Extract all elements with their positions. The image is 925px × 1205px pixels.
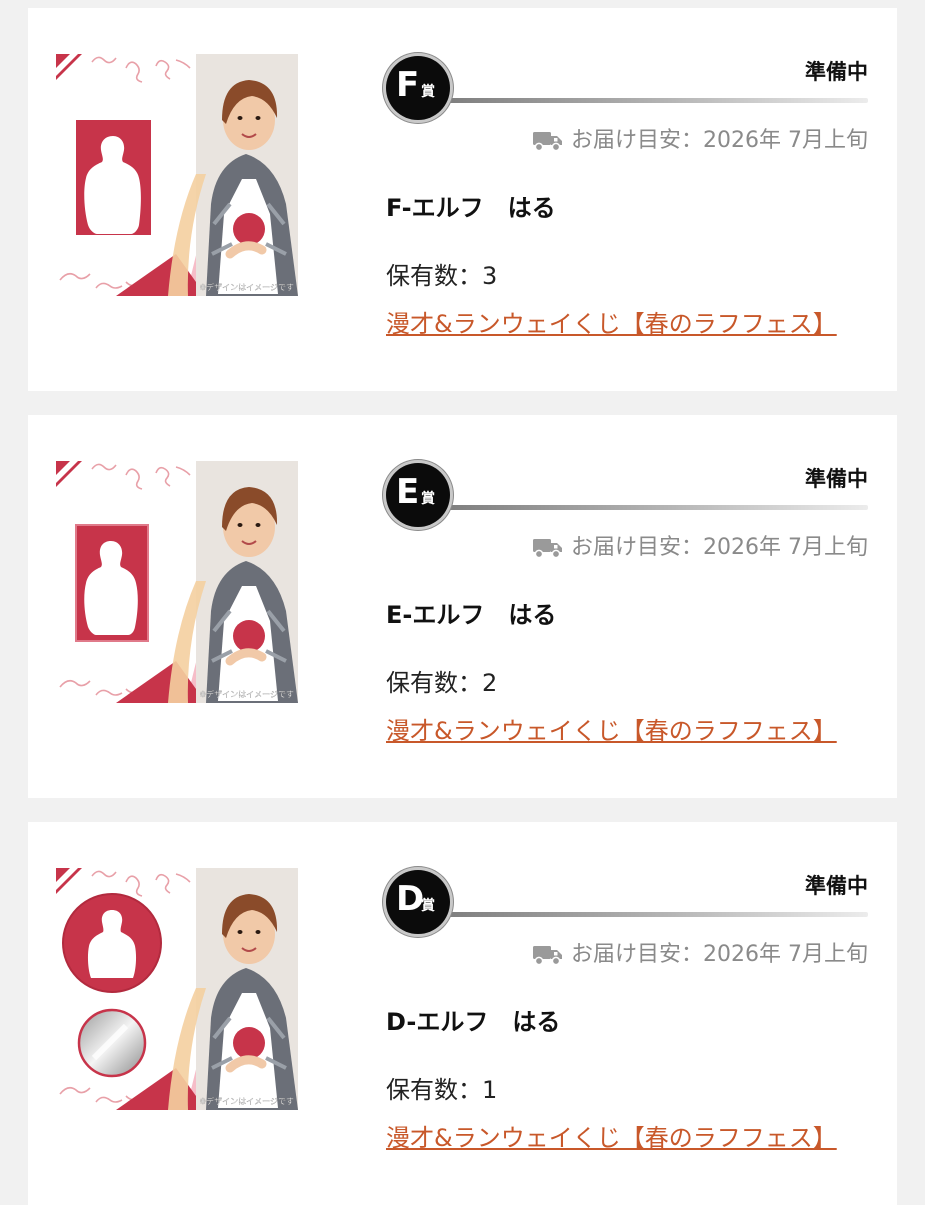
- owned-count: 保有数：2: [386, 669, 498, 697]
- owned-count: 保有数：1: [386, 1076, 498, 1104]
- header-divider: [428, 912, 868, 917]
- grade-letter: D: [396, 879, 425, 919]
- item-name: E-エルフ はる: [386, 601, 557, 629]
- grade-suffix: 賞: [421, 491, 435, 507]
- prize-grade-badge: D 賞: [386, 870, 450, 934]
- delivery-label: お届け目安：2026年 7月上旬: [571, 942, 868, 967]
- prize-card[interactable]: ※デザインはイメージです F 賞 準備中 お届け目安：2026年 7月上旬 F-…: [28, 8, 897, 391]
- header-divider: [428, 98, 868, 103]
- delivery-label: お届け目安：2026年 7月上旬: [571, 128, 868, 153]
- prize-card[interactable]: ※デザインはイメージです E 賞 準備中 お届け目安：2026年 7月上旬 E-…: [28, 415, 897, 798]
- delivery-estimate: お届け目安：2026年 7月上旬: [533, 126, 868, 156]
- item-name: D-エルフ はる: [386, 1008, 561, 1036]
- svg-text:※デザインはイメージです: ※デザインはイメージです: [199, 1096, 294, 1106]
- status-label: 準備中: [805, 60, 868, 84]
- prize-card[interactable]: ※デザインはイメージです D 賞 準備中 お届け目安：2026年 7月上旬 D-…: [28, 822, 897, 1205]
- truck-icon: [533, 944, 563, 966]
- delivery-estimate: お届け目安：2026年 7月上旬: [533, 940, 868, 970]
- prize-image[interactable]: ※デザインはイメージです: [56, 868, 298, 1110]
- lottery-link[interactable]: 漫才&ランウェイくじ【春のラフフェス】: [386, 1122, 866, 1154]
- truck-icon: [533, 130, 563, 152]
- truck-icon: [533, 537, 563, 559]
- svg-text:※デザインはイメージです: ※デザインはイメージです: [199, 689, 294, 699]
- lottery-link[interactable]: 漫才&ランウェイくじ【春のラフフェス】: [386, 308, 866, 340]
- prize-image[interactable]: ※デザインはイメージです: [56, 461, 298, 703]
- delivery-label: お届け目安：2026年 7月上旬: [571, 535, 868, 560]
- grade-suffix: 賞: [421, 84, 435, 100]
- grade-suffix: 賞: [421, 898, 435, 914]
- prize-grade-badge: E 賞: [386, 463, 450, 527]
- status-label: 準備中: [805, 874, 868, 898]
- svg-text:※デザインはイメージです: ※デザインはイメージです: [199, 282, 294, 292]
- lottery-link[interactable]: 漫才&ランウェイくじ【春のラフフェス】: [386, 715, 866, 747]
- owned-count: 保有数：3: [386, 262, 498, 290]
- prize-image[interactable]: ※デザインはイメージです: [56, 54, 298, 296]
- item-name: F-エルフ はる: [386, 194, 556, 222]
- prize-grade-badge: F 賞: [386, 56, 450, 120]
- grade-letter: E: [396, 472, 420, 512]
- delivery-estimate: お届け目安：2026年 7月上旬: [533, 533, 868, 563]
- header-divider: [428, 505, 868, 510]
- grade-letter: F: [396, 65, 420, 105]
- status-label: 準備中: [805, 467, 868, 491]
